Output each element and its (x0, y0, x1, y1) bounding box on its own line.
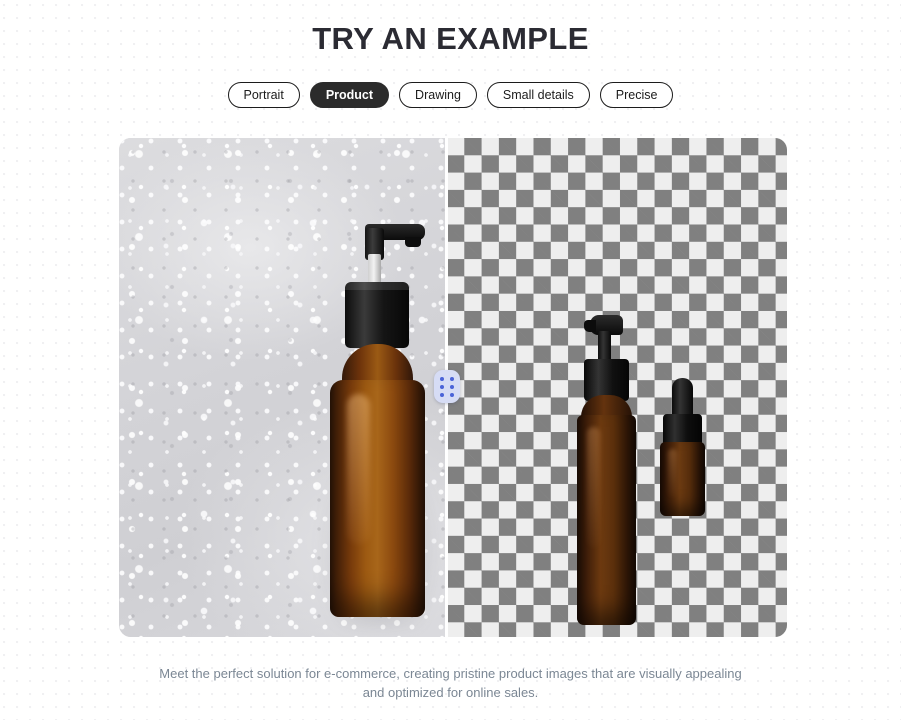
bottle-body (330, 380, 425, 617)
page-title: TRY AN EXAMPLE (312, 21, 589, 56)
grip-dot (440, 376, 444, 381)
grip-dot (450, 384, 454, 389)
result-image-pane (447, 138, 787, 637)
amber-dropper-bottle-cutout (660, 378, 705, 516)
original-image-pane (119, 138, 447, 637)
before-after-slider-handle[interactable] (434, 370, 460, 403)
example-caption: Meet the perfect solution for e-commerce… (159, 666, 742, 700)
grip-dot (440, 392, 444, 397)
category-filter-row: Portrait Product Drawing Small details P… (0, 82, 901, 108)
amber-pump-bottle-cutout (577, 315, 636, 625)
bottle-body (660, 442, 705, 516)
pump-collar (345, 282, 409, 348)
grip-dot (440, 384, 444, 389)
bottle-body (577, 415, 636, 625)
category-pill-precise[interactable]: Precise (599, 82, 674, 108)
category-pill-drawing[interactable]: Drawing (399, 82, 477, 108)
grip-dot (450, 392, 454, 397)
grip-dot (450, 376, 454, 381)
example-showcase-page: TRY AN EXAMPLE Portrait Product Drawing … (0, 0, 901, 720)
category-pill-small-details[interactable]: Small details (486, 82, 590, 108)
category-pill-portrait[interactable]: Portrait (227, 82, 300, 108)
category-pill-product[interactable]: Product (309, 82, 390, 108)
amber-pump-bottle-original (330, 224, 425, 617)
